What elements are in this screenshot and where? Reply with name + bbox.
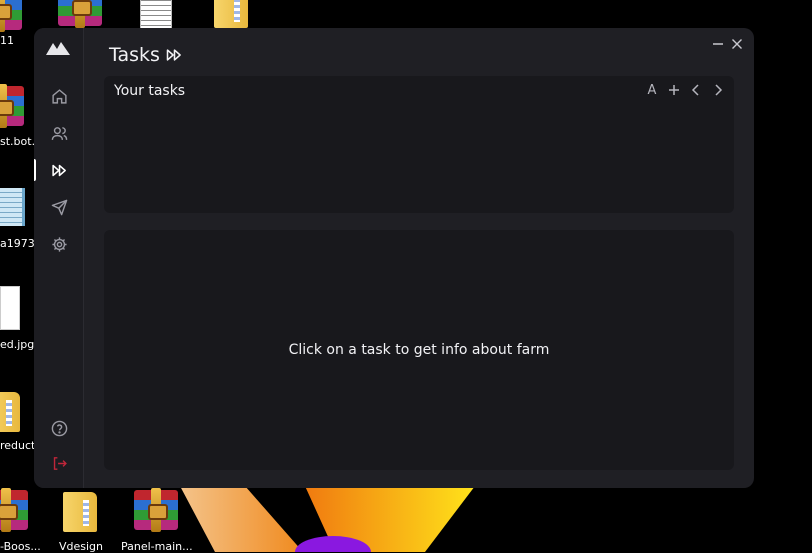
task-info-panel: Click on a task to get info about farm: [104, 230, 734, 470]
sidebar-item-settings[interactable]: [46, 231, 72, 257]
close-button[interactable]: [730, 37, 744, 51]
folder-icon[interactable]: [0, 392, 20, 432]
previous-page-button[interactable]: [688, 82, 704, 98]
minimize-button[interactable]: [711, 37, 725, 51]
desktop-icon-label[interactable]: 11: [0, 34, 14, 47]
folder-icon[interactable]: [63, 492, 97, 532]
close-icon: [732, 39, 742, 49]
sidebar-item-tasks[interactable]: [46, 157, 72, 183]
fast-forward-icon: [166, 49, 181, 61]
tasks-panel-toolbar: A: [644, 82, 726, 98]
sidebar: [34, 28, 84, 488]
sidebar-item-help[interactable]: [46, 415, 72, 441]
document-icon[interactable]: [140, 0, 172, 30]
app-logo-icon: [46, 42, 70, 55]
plus-icon: [669, 85, 679, 95]
home-icon: [51, 88, 67, 104]
wallpaper-logo: [180, 486, 475, 552]
send-icon: [51, 199, 67, 215]
tasks-panel: Your tasks A: [104, 76, 734, 213]
chevron-left-icon: [691, 84, 699, 96]
empty-state-message: Click on a task to get info about farm: [288, 342, 550, 358]
page-title-text: Tasks: [109, 44, 160, 66]
chevron-right-icon: [715, 84, 723, 96]
winrar-archive-icon[interactable]: [134, 488, 178, 532]
desktop-icon-label[interactable]: Vdesign: [59, 540, 103, 553]
tasks-panel-title: Your tasks: [114, 83, 186, 99]
help-circle-icon: [51, 420, 67, 436]
gear-icon: [51, 236, 67, 252]
winrar-archive-icon[interactable]: [0, 0, 22, 32]
app-window: Tasks Your tasks A Click on a task to ge…: [34, 28, 754, 488]
sidebar-item-home[interactable]: [46, 83, 72, 109]
desktop-icon-label[interactable]: reduct: [0, 439, 35, 452]
next-page-button[interactable]: [710, 82, 726, 98]
fast-forward-icon: [51, 164, 66, 176]
page-title: Tasks: [109, 44, 183, 66]
notepad-file-icon[interactable]: [0, 188, 25, 226]
add-task-button[interactable]: [666, 82, 682, 98]
sort-alpha-button[interactable]: A: [644, 82, 660, 98]
logout-icon: [53, 456, 67, 470]
desktop-icon-label[interactable]: -Boos...: [0, 540, 41, 553]
winrar-archive-icon[interactable]: [0, 488, 28, 532]
winrar-archive-icon[interactable]: [0, 84, 24, 128]
sidebar-item-accounts[interactable]: [46, 120, 72, 146]
desktop-icon-label[interactable]: ed.jpg: [0, 338, 34, 351]
active-indicator: [34, 159, 36, 181]
winrar-archive-icon[interactable]: [58, 0, 102, 28]
image-file-icon[interactable]: [0, 286, 20, 330]
sidebar-item-send[interactable]: [46, 194, 72, 220]
sidebar-item-logout[interactable]: [46, 450, 72, 476]
minimize-icon: [713, 43, 723, 45]
folder-icon[interactable]: [214, 0, 248, 28]
users-icon: [51, 126, 67, 140]
